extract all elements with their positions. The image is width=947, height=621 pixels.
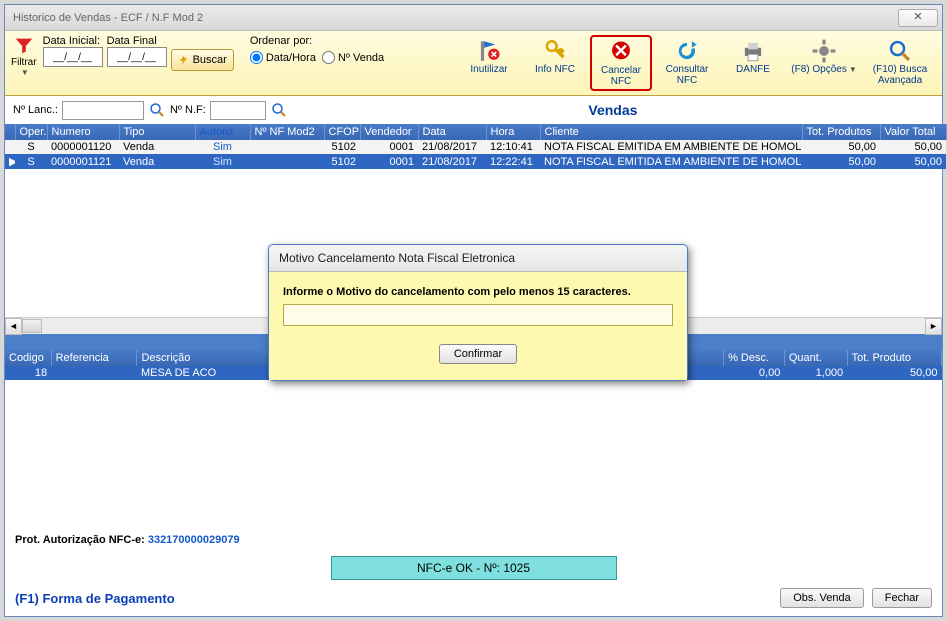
- buscar-button[interactable]: Buscar: [171, 49, 234, 71]
- inutilizar-button[interactable]: Inutilizar: [458, 35, 520, 78]
- col-tipo[interactable]: Tipo: [119, 124, 195, 140]
- scroll-thumb[interactable]: [22, 319, 42, 333]
- radio-datahora[interactable]: [250, 51, 263, 64]
- data-inicial-label: Data Inicial:: [43, 35, 103, 47]
- modal-message: Informe o Motivo do cancelamento com pel…: [283, 286, 673, 298]
- inutilizar-label: Inutilizar: [470, 64, 507, 75]
- danfe-button[interactable]: DANFE: [722, 35, 784, 78]
- opcoes-button[interactable]: (F8) Opções▼: [788, 35, 860, 78]
- magnifier-icon: [886, 38, 914, 64]
- info-nfc-label: Info NFC: [535, 64, 575, 75]
- scroll-left-button[interactable]: ◄: [5, 318, 22, 335]
- search-icon-2[interactable]: [270, 101, 288, 119]
- danfe-label: DANFE: [736, 64, 770, 75]
- col-cliente[interactable]: Cliente: [540, 124, 802, 140]
- data-final-label: Data Final: [107, 35, 167, 47]
- refresh-icon: [673, 38, 701, 64]
- icol-pdesc[interactable]: % Desc.: [724, 350, 785, 366]
- n-nf-input[interactable]: [210, 101, 266, 120]
- n-lanc-input[interactable]: [62, 101, 144, 120]
- icol-quant[interactable]: Quant.: [784, 350, 847, 366]
- sales-grid: Oper. Numero Tipo Autoriz Nº NF Mod2 CFO…: [5, 124, 947, 169]
- nfc-status-box: NFC-e OK - Nº: 1025: [331, 556, 617, 580]
- modal-title: Motivo Cancelamento Nota Fiscal Eletroni…: [269, 245, 687, 272]
- col-oper[interactable]: Oper.: [15, 124, 47, 140]
- col-cfop[interactable]: CFOP: [324, 124, 360, 140]
- cancelar-nfc-button[interactable]: Cancelar NFC: [590, 35, 652, 91]
- data-final-input[interactable]: [107, 47, 167, 67]
- window-title: Historico de Vendas - ECF / N.F Mod 2: [9, 12, 895, 24]
- key-icon: [541, 38, 569, 64]
- search-icon[interactable]: [148, 101, 166, 119]
- opcoes-label: (F8) Opções: [791, 64, 847, 75]
- close-window-button[interactable]: ✕: [898, 9, 938, 27]
- col-data[interactable]: Data: [418, 124, 486, 140]
- col-hora[interactable]: Hora: [486, 124, 540, 140]
- n-nf-label: Nº N.F:: [170, 104, 206, 116]
- icol-referencia[interactable]: Referencia: [51, 350, 137, 366]
- cancelamento-modal: Motivo Cancelamento Nota Fiscal Eletroni…: [268, 244, 688, 381]
- printer-icon: [739, 38, 767, 64]
- table-row[interactable]: S0000001120VendaSim5102000121/08/201712:…: [5, 140, 946, 154]
- col-vendedor[interactable]: Vendedor: [360, 124, 418, 140]
- cancelar-nfc-label: Cancelar NFC: [594, 65, 648, 87]
- radio-nvenda[interactable]: [322, 51, 335, 64]
- confirmar-button[interactable]: Confirmar: [439, 344, 517, 364]
- lightning-icon: [178, 54, 190, 66]
- filtrar-button[interactable]: Filtrar▼: [11, 35, 37, 77]
- buscar-label: Buscar: [193, 54, 227, 66]
- table-row[interactable]: ▶S0000001121VendaSim5102000121/08/201712…: [5, 154, 946, 169]
- col-totprodutos[interactable]: Tot. Produtos: [802, 124, 880, 140]
- opt-nvenda[interactable]: Nº Venda: [322, 51, 384, 64]
- forma-pagamento-link[interactable]: (F1) Forma de Pagamento: [15, 591, 175, 606]
- col-numero[interactable]: Numero: [47, 124, 119, 140]
- fechar-button[interactable]: Fechar: [872, 588, 932, 608]
- busca-avancada-label: (F10) Busca Avançada: [867, 64, 933, 86]
- consultar-nfc-button[interactable]: Consultar NFC: [656, 35, 718, 89]
- info-nfc-button[interactable]: Info NFC: [524, 35, 586, 78]
- motivo-input[interactable]: [283, 304, 673, 326]
- opt-datahora[interactable]: Data/Hora: [250, 51, 316, 64]
- funnel-icon: [12, 35, 36, 57]
- icol-totprod[interactable]: Tot. Produto: [847, 350, 941, 366]
- col-valortotal[interactable]: Valor Total: [880, 124, 946, 140]
- n-lanc-label: Nº Lanc.:: [13, 104, 58, 116]
- scroll-right-button[interactable]: ►: [925, 318, 942, 335]
- icol-codigo[interactable]: Codigo: [5, 350, 51, 366]
- col-autoriz[interactable]: Autoriz: [195, 124, 250, 140]
- obs-venda-button[interactable]: Obs. Venda: [780, 588, 864, 608]
- filtrar-label: Filtrar: [11, 57, 37, 68]
- prot-label: Prot. Autorização NFC-e:: [15, 534, 145, 546]
- flag-cancel-icon: [475, 38, 503, 64]
- data-inicial-input[interactable]: [43, 47, 103, 67]
- busca-avancada-button[interactable]: (F10) Busca Avançada: [864, 35, 936, 89]
- filterbar: Nº Lanc.: Nº N.F: Vendas: [5, 96, 942, 124]
- titlebar: Historico de Vendas - ECF / N.F Mod 2 ✕: [5, 5, 942, 31]
- bottom-area: Prot. Autorização NFC-e: 332170000029079…: [5, 528, 942, 616]
- gear-icon: [810, 38, 838, 64]
- prot-number: 332170000029079: [148, 534, 240, 546]
- consultar-nfc-label: Consultar NFC: [659, 64, 715, 86]
- ordenar-por-label: Ordenar por:: [250, 35, 384, 47]
- col-nfmod2[interactable]: Nº NF Mod2: [250, 124, 324, 140]
- toolbar: Filtrar▼ Data Inicial: Data Final Buscar…: [5, 31, 942, 96]
- cancel-icon: [607, 39, 635, 65]
- vendas-title: Vendas: [292, 100, 934, 120]
